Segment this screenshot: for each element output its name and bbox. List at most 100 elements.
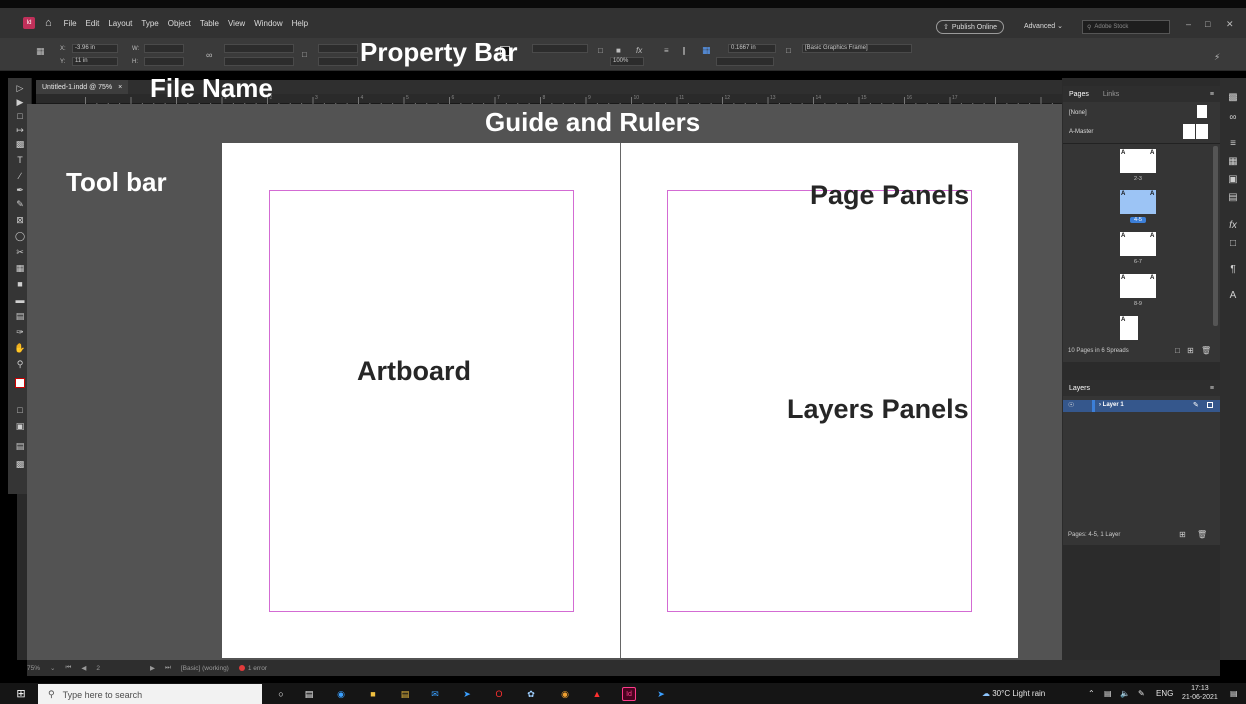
gradient-icon[interactable]: ▣ [1225, 174, 1241, 186]
store-icon[interactable]: ■ [366, 687, 380, 701]
scissors-tool-icon[interactable]: ✂ [12, 246, 28, 259]
preflight-profile[interactable]: [Basic] (working) [181, 665, 229, 672]
constrain-proportions-icon[interactable]: ∞ [206, 50, 212, 60]
x-field[interactable]: -3.96 in [72, 44, 118, 53]
document-tab[interactable]: Untitled-1.indd @ 75% × [36, 80, 129, 94]
none-master-row[interactable]: [None] [1063, 110, 1087, 116]
gradient-swatch-tool-icon[interactable]: ■ [12, 278, 28, 291]
cortana-icon[interactable]: ○ [274, 687, 288, 701]
menu-layout[interactable]: Layout [108, 19, 132, 28]
menu-table[interactable]: Table [200, 19, 219, 28]
view-mode-icon[interactable]: ▤ [12, 440, 28, 453]
gradient-feather-tool-icon[interactable]: ▬ [12, 294, 28, 307]
eyedropper-tool-icon[interactable]: ✑ [12, 326, 28, 339]
edit-page-size-icon[interactable]: □ [1175, 346, 1180, 355]
paragraph-styles-icon[interactable]: ¶ [1225, 264, 1241, 276]
scale-x-field[interactable] [224, 44, 294, 53]
home-icon[interactable]: ⌂ [45, 17, 52, 29]
app-icon[interactable]: ➤ [654, 687, 668, 701]
chevron-right-icon[interactable]: › [1099, 402, 1101, 408]
scale-y-field[interactable] [224, 57, 294, 66]
prev-page-icon[interactable]: ◀ [81, 664, 86, 672]
selection-tool-icon[interactable]: ▷ [12, 82, 28, 95]
note-tool-icon[interactable]: ▤ [12, 310, 28, 323]
fx-icon[interactable]: fx [636, 46, 642, 55]
windows-start-icon[interactable]: ⊞ [14, 687, 28, 701]
gap-tool-icon[interactable]: ↦ [12, 124, 28, 137]
h-field[interactable] [144, 57, 184, 66]
page-number-field[interactable]: 2 [96, 665, 100, 672]
formatting-container-icon[interactable]: □ [12, 404, 28, 417]
close-icon[interactable]: ✕ [1226, 19, 1234, 30]
fill-stroke-icon[interactable] [12, 378, 28, 391]
links-icon[interactable]: ∞ [1225, 112, 1241, 124]
text-wrap-select[interactable] [716, 57, 774, 66]
volume-icon[interactable]: 🔈 [1120, 689, 1130, 698]
columns-icon[interactable]: ∥ [682, 46, 686, 55]
page-tool-icon[interactable]: □ [12, 110, 28, 123]
next-page-icon[interactable]: ▶ [150, 664, 155, 672]
menu-view[interactable]: View [228, 19, 245, 28]
frame-fitting-icon[interactable]: □ [598, 46, 603, 55]
stroke-weight-field[interactable]: 0.1667 in [728, 44, 776, 53]
last-page-icon[interactable]: ⏭ [165, 664, 171, 672]
language-indicator[interactable]: ENG [1156, 689, 1173, 698]
drop-shadow-icon[interactable]: ■ [616, 46, 621, 55]
y-field[interactable]: 11 in [72, 57, 118, 66]
acrobat-icon[interactable]: ▲ [590, 687, 604, 701]
preflight-errors[interactable]: 1 error [238, 665, 267, 672]
chrome-icon[interactable]: ◉ [558, 687, 572, 701]
direct-selection-tool-icon[interactable]: ▶ [12, 96, 28, 109]
type-tool-icon[interactable]: T [12, 154, 28, 167]
layers-panel-title[interactable]: Layers [1069, 385, 1090, 392]
effects-fx-icon[interactable]: fx [1225, 220, 1241, 232]
selection-square-icon[interactable] [1207, 402, 1213, 408]
zoom-tool-icon[interactable]: ⚲ [12, 358, 28, 371]
content-collector-icon[interactable]: ▩ [12, 138, 28, 151]
screen-mode-icon[interactable]: ▩ [12, 458, 28, 471]
align-left-icon[interactable]: ≡ [664, 46, 669, 55]
w-field[interactable] [144, 44, 184, 53]
panel-menu-icon[interactable]: ≡ [1210, 385, 1214, 392]
rotate-icon[interactable]: □ [302, 50, 307, 59]
swatches-icon[interactable]: ▦ [1225, 156, 1241, 168]
menu-type[interactable]: Type [141, 19, 158, 28]
menu-edit[interactable]: Edit [86, 19, 100, 28]
menu-help[interactable]: Help [292, 19, 308, 28]
zoom-level[interactable]: 75% [27, 665, 40, 672]
chevron-down-icon[interactable]: ⌄ [50, 664, 55, 672]
ellipse-tool-icon[interactable]: ◯ [12, 230, 28, 243]
taskbar-search-input[interactable]: ⚲ Type here to search [38, 684, 262, 704]
indesign-taskbar-icon[interactable]: Id [622, 687, 636, 701]
clock[interactable]: 17:13 21-06-2021 [1182, 684, 1218, 702]
new-layer-icon[interactable]: ⊞ [1179, 530, 1186, 539]
network-icon[interactable]: ▤ [1104, 689, 1112, 698]
notifications-icon[interactable]: ▤ [1230, 689, 1238, 698]
rectangle-frame-tool-icon[interactable]: ⊠ [12, 214, 28, 227]
trash-icon[interactable]: 🗑 [1197, 530, 1207, 539]
tab-close-icon[interactable]: × [118, 84, 122, 91]
hand-tool-icon[interactable]: ✋ [12, 342, 28, 355]
tab-links[interactable]: Links [1103, 91, 1119, 98]
stroke-weight-select[interactable] [532, 44, 588, 53]
pages-scrollbar[interactable] [1213, 146, 1218, 326]
pen-tool-icon[interactable]: ✒ [12, 184, 28, 197]
free-transform-tool-icon[interactable]: ▦ [12, 262, 28, 275]
file-explorer-icon[interactable]: ▤ [398, 687, 412, 701]
layer-name[interactable]: › Layer 1 [1099, 402, 1124, 408]
apply-color-icon[interactable]: ▣ [12, 420, 28, 433]
adobe-stock-search-input[interactable]: ⚲ Adobe Stock [1082, 20, 1170, 34]
panel-menu-icon[interactable]: ≡ [1210, 91, 1214, 98]
a-master-row[interactable]: A-Master [1063, 129, 1093, 135]
stroke-icon[interactable]: ≡ [1225, 138, 1241, 150]
new-page-icon[interactable]: ⊞ [1187, 346, 1194, 355]
mail-icon[interactable]: ✉ [428, 687, 442, 701]
maximize-icon[interactable]: □ [1205, 19, 1210, 29]
object-style-select[interactable]: [Basic Graphics Frame] [802, 44, 912, 53]
opacity-field[interactable]: 100% [610, 57, 644, 66]
task-view-icon[interactable]: ▤ [302, 687, 316, 701]
pen-icon[interactable]: ✎ [1138, 689, 1145, 698]
line-tool-icon[interactable]: ∕ [12, 170, 28, 183]
workspace-switcher[interactable]: Advanced ⌄ [1024, 22, 1063, 30]
menu-window[interactable]: Window [254, 19, 282, 28]
